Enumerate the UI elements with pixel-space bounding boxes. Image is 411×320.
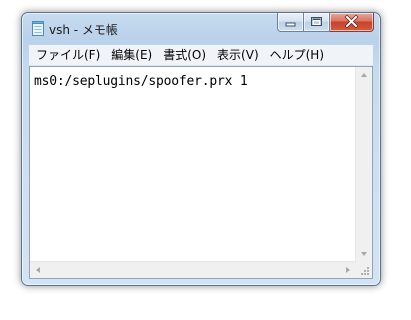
menu-help[interactable]: ヘルプ(H): [266, 45, 328, 65]
minimize-icon: [285, 22, 296, 27]
horizontal-scrollbar[interactable]: [30, 261, 356, 278]
scroll-up-icon[interactable]: [356, 67, 372, 83]
caption-buttons: [277, 13, 374, 32]
close-icon: [344, 14, 359, 29]
title-bar[interactable]: vsh - メモ帳: [22, 13, 380, 40]
vertical-scrollbar[interactable]: [355, 67, 372, 262]
minimize-button[interactable]: [277, 13, 304, 32]
size-grip[interactable]: [356, 262, 372, 278]
resize-grip-icon: [361, 267, 369, 275]
menu-view[interactable]: 表示(V): [213, 45, 263, 65]
editor-text-area[interactable]: ms0:/seplugins/spoofer.prx 1: [30, 67, 356, 262]
maximize-button[interactable]: [304, 13, 330, 32]
scroll-left-icon[interactable]: [30, 262, 46, 278]
menu-format[interactable]: 書式(O): [159, 45, 210, 65]
notepad-icon: [32, 21, 44, 36]
menu-edit[interactable]: 編集(E): [107, 45, 156, 65]
text-editor[interactable]: ms0:/seplugins/spoofer.prx 1: [29, 66, 373, 279]
menu-bar: ファイル(F) 編集(E) 書式(O) 表示(V) ヘルプ(H): [29, 45, 373, 66]
window-title: vsh - メモ帳: [49, 23, 118, 37]
close-button[interactable]: [330, 13, 374, 32]
scroll-right-icon[interactable]: [340, 262, 356, 278]
menu-file[interactable]: ファイル(F): [32, 45, 104, 65]
scroll-down-icon[interactable]: [356, 246, 372, 262]
notepad-window: vsh - メモ帳 ファイル(F) 編集(E) 書式(O) 表示(V) ヘルプ(…: [21, 12, 381, 286]
editor-content[interactable]: ms0:/seplugins/spoofer.prx 1: [34, 74, 248, 89]
maximize-icon: [311, 17, 322, 26]
